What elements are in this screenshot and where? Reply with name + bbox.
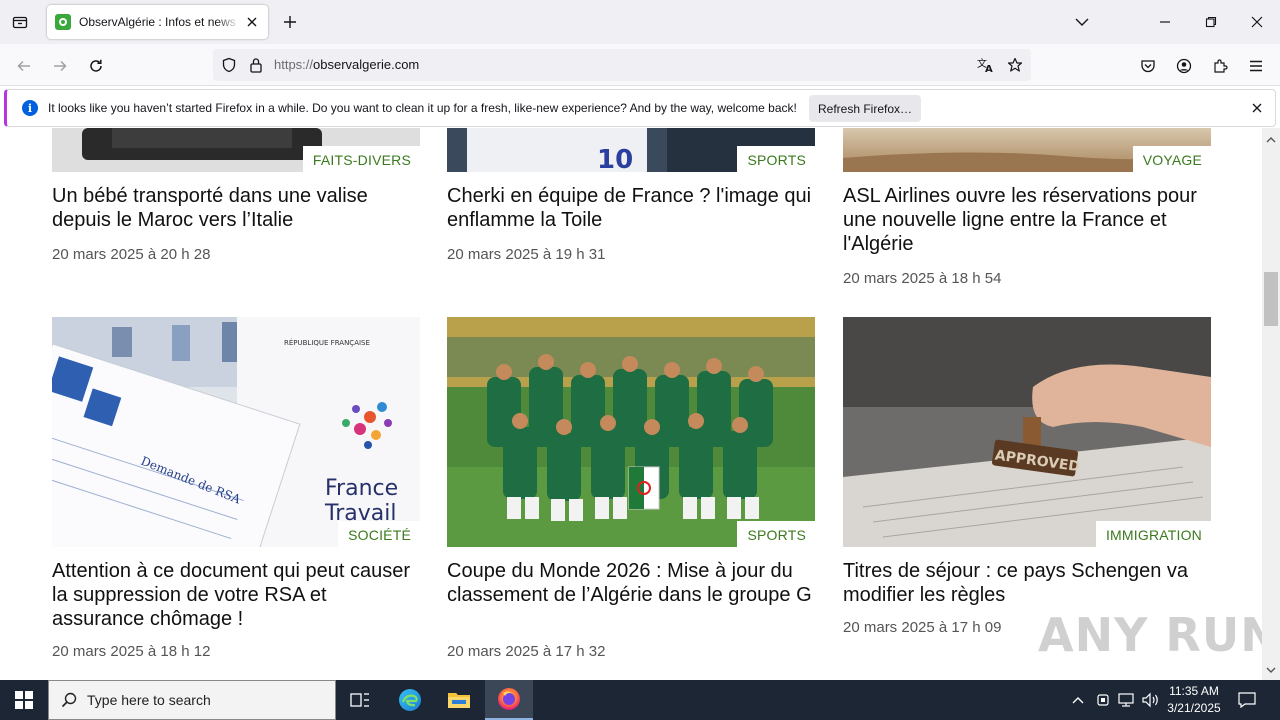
close-tab-icon[interactable] <box>244 14 260 30</box>
france-travail-text-1: France <box>325 476 398 501</box>
lock-icon[interactable] <box>246 55 266 75</box>
tab-title: ObservAlgérie : Infos et news pour l'Alg… <box>79 15 240 29</box>
refresh-firefox-button[interactable]: Refresh Firefox… <box>809 95 921 122</box>
list-all-tabs-icon[interactable] <box>1068 8 1096 36</box>
article-date: 20 mars 2025 à 17 h 32 <box>447 643 606 660</box>
article-image[interactable]: SPORTS <box>447 317 815 547</box>
back-icon[interactable] <box>10 52 38 80</box>
refresh-firefox-notification: i It looks like you haven’t started Fire… <box>4 89 1276 127</box>
scroll-down-icon[interactable] <box>1265 664 1277 676</box>
article-date: 20 mars 2025 à 18 h 12 <box>52 643 211 660</box>
task-view-icon[interactable] <box>336 680 384 720</box>
article-image[interactable]: FAITS-DIVERS <box>52 128 420 172</box>
clock-time: 11:35 AM <box>1169 684 1219 698</box>
category-badge[interactable]: SPORTS <box>737 146 815 172</box>
svg-text:A: A <box>985 64 993 73</box>
translate-icon[interactable]: 文A <box>976 55 996 75</box>
file-explorer-icon[interactable] <box>435 680 483 720</box>
taskbar-clock[interactable]: 11:35 AM 3/21/2025 <box>1163 683 1225 717</box>
windows-taskbar: Type here to search 11:35 AM 3/21/2025 <box>0 680 1280 720</box>
article-title[interactable]: Un bébé transporté dans une valise depui… <box>52 184 424 232</box>
article-date: 20 mars 2025 à 17 h 09 <box>843 619 1002 636</box>
pocket-icon[interactable] <box>1134 52 1162 80</box>
info-icon: i <box>22 100 38 116</box>
article-date: 20 mars 2025 à 18 h 54 <box>843 270 1002 287</box>
minimize-icon[interactable] <box>1151 8 1179 36</box>
article-title[interactable]: Titres de séjour : ce pays Schengen va m… <box>843 559 1215 607</box>
article-title[interactable]: Attention à ce document qui peut causer … <box>52 559 424 631</box>
category-badge[interactable]: SPORTS <box>737 521 815 547</box>
article-title[interactable]: ASL Airlines ouvre les réservations pour… <box>843 184 1215 256</box>
extensions-icon[interactable] <box>1206 52 1234 80</box>
search-placeholder[interactable]: Type here to search <box>87 692 211 708</box>
account-icon[interactable] <box>1170 52 1198 80</box>
tab-bar: ObservAlgérie : Infos et news pour l'Alg… <box>0 0 1280 44</box>
svg-text:10: 10 <box>597 145 633 172</box>
menu-hamburger-icon[interactable] <box>1242 52 1270 80</box>
new-tab-icon[interactable] <box>278 10 302 34</box>
category-badge[interactable]: IMMIGRATION <box>1095 521 1211 547</box>
reload-icon[interactable] <box>82 52 110 80</box>
article-title[interactable]: Cherki en équipe de France ? l'image qui… <box>447 184 819 232</box>
clock-date: 3/21/2025 <box>1167 701 1221 715</box>
windows-start-icon[interactable] <box>0 680 48 720</box>
search-icon <box>61 692 77 708</box>
article-image[interactable]: 10 SPORTS <box>447 128 815 172</box>
page-scrollbar[interactable] <box>1262 128 1280 680</box>
forward-icon[interactable] <box>46 52 74 80</box>
url-text[interactable]: https://observalgerie.com <box>274 57 419 72</box>
notifications-icon[interactable] <box>1234 680 1260 720</box>
category-badge[interactable]: VOYAGE <box>1132 146 1211 172</box>
site-favicon-icon <box>55 14 71 30</box>
article-date: 20 mars 2025 à 20 h 28 <box>52 246 211 263</box>
anyrun-watermark: ANY RUN <box>1038 608 1280 662</box>
firefox-view-icon[interactable] <box>8 10 32 34</box>
network-icon[interactable] <box>1116 680 1138 720</box>
category-badge[interactable]: FAITS-DIVERS <box>302 146 420 172</box>
notification-message: It looks like you haven’t started Firefo… <box>48 101 797 115</box>
close-window-icon[interactable] <box>1243 8 1271 36</box>
tracking-protection-shield-icon[interactable] <box>219 55 239 75</box>
scrollbar-thumb[interactable] <box>1264 272 1278 326</box>
scroll-up-icon[interactable] <box>1265 134 1277 146</box>
navigation-toolbar: https://observalgerie.com 文A <box>0 44 1280 86</box>
volume-icon[interactable] <box>1140 680 1162 720</box>
firefox-taskbar-icon[interactable] <box>485 680 533 720</box>
restore-icon[interactable] <box>1197 8 1225 36</box>
page-content: FAITS-DIVERS Un bébé transporté dans une… <box>0 128 1262 680</box>
article-image[interactable]: VOYAGE <box>843 128 1211 172</box>
bookmark-star-icon[interactable] <box>1005 55 1025 75</box>
category-badge[interactable]: SOCIÉTÉ <box>338 521 420 547</box>
republique-text: RÉPUBLIQUE FRANÇAISE <box>284 338 370 347</box>
article-image[interactable]: APPROVED IMMIGRATION <box>843 317 1211 547</box>
show-hidden-icons-icon[interactable] <box>1068 680 1088 720</box>
article-title[interactable]: Coupe du Monde 2026 : Mise à jour du cla… <box>447 559 819 607</box>
article-date: 20 mars 2025 à 19 h 31 <box>447 246 606 263</box>
taskbar-search[interactable]: Type here to search <box>48 680 336 720</box>
url-bar[interactable]: https://observalgerie.com 文A <box>213 49 1031 81</box>
edge-icon[interactable] <box>386 680 434 720</box>
tab-observalgerie[interactable]: ObservAlgérie : Infos et news pour l'Alg… <box>47 5 268 39</box>
close-notification-icon[interactable] <box>1249 100 1265 116</box>
device-icon[interactable] <box>1093 680 1113 720</box>
article-image[interactable]: Demande de RSA RÉPUBLIQUE FRANÇAISE Fran… <box>52 317 420 547</box>
